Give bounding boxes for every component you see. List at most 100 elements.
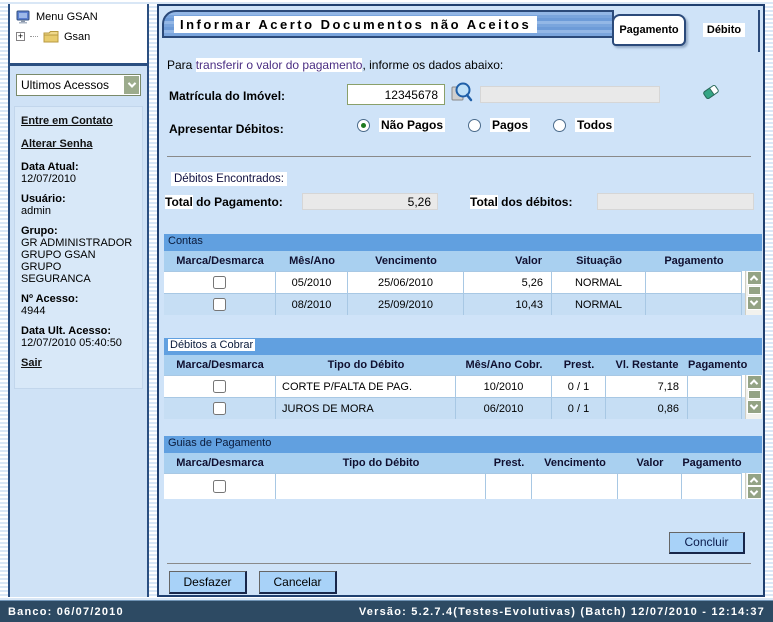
debitos-title-text: Débitos a Cobrar (168, 339, 255, 351)
intro-highlight: transferir o valor do pagamento (196, 58, 363, 72)
scroll-up-button[interactable] (747, 375, 762, 389)
cell-prest: 0 / 1 (552, 397, 606, 419)
guias-scrollbar[interactable] (745, 473, 762, 499)
cell-situacao: NORMAL (552, 271, 646, 293)
cell-tipo: JUROS DE MORA (276, 397, 456, 419)
cell-pagamento (646, 271, 742, 293)
cell-mes-cobr: 06/2010 (456, 397, 552, 419)
col-pagamento: Pagamento (688, 359, 742, 371)
tab-pagamento-label: Pagamento (619, 24, 678, 36)
user-label: Usuário: (21, 193, 136, 205)
dropdown-arrow-button[interactable] (123, 75, 140, 95)
col-marca: Marca/Desmarca (164, 359, 276, 371)
change-password-link[interactable]: Alterar Senha (21, 138, 136, 150)
scroll-down-button[interactable] (747, 486, 762, 499)
total-word: Total (165, 195, 193, 209)
col-valor: Valor (464, 255, 552, 267)
cell-tipo: CORTE P/FALTA DE PAG. (276, 375, 456, 397)
intro-text: Para transferir o valor do pagamento, in… (167, 58, 503, 72)
col-vl-restante: Vl. Restante (606, 359, 688, 371)
scroll-thumb[interactable] (748, 286, 761, 295)
matricula-input[interactable] (347, 84, 445, 105)
cell-vencimento: 25/06/2010 (348, 271, 464, 293)
scroll-up-button[interactable] (747, 271, 762, 285)
group-line: GR ADMINISTRADOR (21, 237, 136, 249)
col-valor: Valor (618, 457, 682, 469)
col-pagamento: Pagamento (646, 255, 742, 267)
col-mes-ano: Mês/Ano (276, 255, 348, 267)
eraser-icon[interactable] (700, 81, 722, 108)
desfazer-button[interactable]: Desfazer (169, 571, 247, 594)
chevron-down-icon (750, 297, 758, 305)
main-panel: Informar Acerto Documentos não Aceitos P… (157, 4, 765, 597)
intro-suffix: , informe os dados abaixo: (362, 58, 503, 72)
col-situacao: Situação (552, 255, 646, 267)
col-vencimento: Vencimento (532, 457, 618, 469)
menu-tree: Menu GSAN + Gsan (10, 4, 147, 66)
group-line: GRUPO GSAN (21, 249, 136, 261)
cell-mes-ano: 05/2010 (276, 271, 348, 293)
sidebar: Menu GSAN + Gsan Ultimos Acessos Entre e… (8, 4, 149, 597)
scroll-down-button[interactable] (747, 296, 762, 310)
group-line: GRUPO (21, 261, 136, 273)
tree-node-gsan[interactable]: + Gsan (16, 30, 143, 43)
group-line: SEGURANCA (21, 273, 136, 285)
cancelar-button[interactable]: Cancelar (259, 571, 337, 594)
radio-nao-pagos[interactable] (357, 119, 370, 132)
radio-pagos-label: Pagos (490, 118, 530, 132)
last-access-value: 12/07/2010 05:40:50 (21, 337, 136, 349)
debitos-table: Débitos a Cobrar Marca/Desmarca Tipo do … (164, 338, 762, 419)
radio-todos[interactable] (553, 119, 566, 132)
cell-pagamento (688, 397, 742, 419)
tree-expander-icon[interactable]: + (16, 32, 25, 41)
radio-pagos[interactable] (468, 119, 481, 132)
debitos-table-title: Débitos a Cobrar (164, 338, 762, 355)
total-rest: do Pagamento: (193, 195, 283, 209)
tree-connector (30, 36, 38, 37)
intro-prefix: Para (167, 58, 196, 72)
footer-versao: Versão: 5.2.7.4(Testes-Evolutivas) (Batc… (359, 606, 765, 618)
scroll-up-button[interactable] (747, 473, 762, 486)
row-checkbox[interactable] (213, 402, 226, 415)
col-vencimento: Vencimento (348, 255, 464, 267)
total-debitos-value (597, 193, 754, 210)
cell-tipo (276, 473, 486, 499)
folder-icon (43, 30, 59, 43)
debitos-scrollbar[interactable] (745, 375, 762, 419)
cell-pagamento (688, 375, 742, 397)
apresentar-label: Apresentar Débitos: (169, 122, 284, 136)
group-label: Grupo: (21, 225, 136, 237)
cell-valor: 10,43 (464, 293, 552, 315)
col-marca: Marca/Desmarca (164, 255, 276, 267)
computer-icon (16, 10, 31, 24)
search-icon[interactable] (450, 81, 474, 110)
contact-link[interactable]: Entre em Contato (21, 115, 136, 127)
row-checkbox[interactable] (213, 480, 226, 493)
tab-debito-label: Débito (703, 23, 745, 37)
cell-valor: 5,26 (464, 271, 552, 293)
total-pagamento-value: 5,26 (302, 193, 438, 210)
cell-prest (486, 473, 532, 499)
chevron-up-icon (750, 275, 758, 283)
total-debitos-label: Total dos débitos: (470, 195, 572, 209)
scroll-down-button[interactable] (747, 400, 762, 414)
row-checkbox[interactable] (213, 276, 226, 289)
menu-root[interactable]: Menu GSAN (16, 10, 143, 24)
ultimos-acessos-select[interactable]: Ultimos Acessos (16, 74, 141, 96)
table-row: 08/2010 25/09/2010 10,43 NORMAL (164, 293, 762, 315)
logout-link[interactable]: Sair (21, 357, 136, 369)
footer-banco: Banco: 06/07/2010 (8, 606, 124, 618)
col-prest: Prest. (552, 359, 606, 371)
table-row (164, 473, 762, 499)
chevron-down-icon (750, 487, 758, 495)
cell-pagamento (646, 293, 742, 315)
divider (167, 156, 751, 157)
contas-scrollbar[interactable] (745, 271, 762, 315)
row-checkbox[interactable] (213, 380, 226, 393)
tab-debito[interactable]: Débito (690, 10, 760, 52)
tab-pagamento[interactable]: Pagamento (612, 14, 686, 46)
side-panel: Ultimos Acessos Entre em Contato Alterar… (10, 66, 147, 389)
concluir-button[interactable]: Concluir (669, 532, 745, 554)
row-checkbox[interactable] (213, 298, 226, 311)
scroll-thumb[interactable] (748, 390, 761, 399)
